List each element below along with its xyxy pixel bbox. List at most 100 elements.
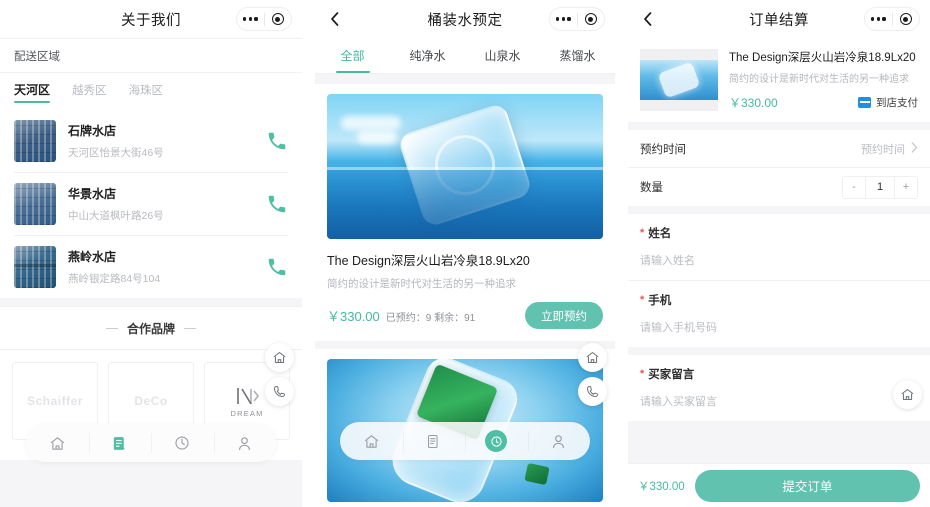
tab-home[interactable] [26, 424, 89, 462]
store-address: 天河区怡景大街46号 [68, 147, 164, 159]
store-list-item[interactable]: 石牌水店 天河区怡景大街46号 [14, 110, 288, 173]
tab-booking[interactable] [465, 422, 528, 460]
booking-rows: 预约时间 预约时间 数量 - 1 + [628, 130, 930, 206]
field-phone[interactable]: * 手机 请输入手机号码 [628, 281, 930, 347]
panel-gap [615, 0, 628, 507]
product-card[interactable]: The Design深层火山岩冷泉18.9Lx20 简约的设计是新时代对生活的另… [315, 84, 615, 341]
order-item-thumbnail [640, 49, 718, 111]
phone-icon[interactable] [578, 377, 607, 406]
close-target-icon[interactable] [265, 13, 292, 25]
district-tab-0[interactable]: 天河区 [14, 81, 51, 103]
product-price: ￥330.00 [327, 309, 380, 324]
page-title: 关于我们 [121, 12, 181, 29]
quantity-plus-button[interactable]: + [895, 176, 917, 198]
close-target-icon[interactable] [578, 13, 605, 25]
partner-brands-heading-bar: 合作品牌 [0, 306, 302, 350]
page-title: 桶装水预定 [427, 12, 503, 29]
district-tab-1[interactable]: 越秀区 [72, 82, 107, 103]
more-options-icon[interactable] [237, 17, 264, 21]
miniprogram-capsule[interactable] [864, 7, 920, 31]
order-item-info: The Design深层火山岩冷泉18.9Lx20 简约的设计是新时代对生活的另… [729, 49, 918, 111]
floating-actions-panel2 [578, 343, 607, 406]
row-booking-time[interactable]: 预约时间 预约时间 [628, 130, 930, 168]
phone-icon[interactable] [265, 377, 294, 406]
category-tab-all[interactable]: 全部 [315, 38, 390, 73]
store-thumbnail [14, 183, 56, 225]
dash-right [184, 327, 196, 329]
field-label-text: 买家留言 [648, 369, 695, 381]
required-marker: * [640, 226, 645, 239]
tab-booking[interactable] [151, 424, 214, 462]
buyer-message-placeholder[interactable]: 请输入买家留言 [640, 393, 918, 409]
miniprogram-capsule[interactable] [236, 7, 292, 31]
tab-profile[interactable] [527, 422, 591, 460]
more-options-icon[interactable] [865, 17, 892, 21]
field-buyer-message[interactable]: * 买家留言 请输入买家留言 [628, 355, 930, 421]
navbar-panel1: 关于我们 [0, 0, 302, 38]
home-icon[interactable] [893, 380, 922, 409]
district-tab-2[interactable]: 海珠区 [129, 82, 164, 103]
product-price-row: ￥330.00 已预约：9 剩余：91 [327, 306, 475, 325]
category-tab-pure[interactable]: 纯净水 [390, 38, 465, 73]
order-item-subtitle: 简约的设计是新时代对生活的另一种追求 [729, 74, 909, 85]
panel-gap [302, 0, 315, 507]
store-name: 燕岭水店 [68, 250, 117, 264]
clock-icon [485, 430, 508, 452]
chevron-right-icon [911, 142, 918, 155]
miniprogram-capsule[interactable] [549, 7, 605, 31]
page-title: 订单结算 [749, 12, 809, 29]
payment-method-label: 到店支付 [876, 97, 918, 109]
phone-icon[interactable] [266, 193, 288, 215]
more-options-icon[interactable] [550, 17, 577, 21]
category-tab-spring[interactable]: 山泉水 [465, 38, 540, 73]
store-info: 石牌水店 天河区怡景大街46号 [68, 122, 254, 160]
store-name: 石牌水店 [68, 124, 117, 138]
home-icon[interactable] [578, 343, 607, 372]
field-name[interactable]: * 姓名 请输入姓名 [628, 214, 930, 281]
delivery-area-heading: 配送区域 [0, 38, 302, 72]
product-stock: 已预约：9 剩余：91 [385, 313, 476, 324]
category-tab-distilled[interactable]: 蒸馏水 [540, 38, 615, 73]
home-icon[interactable] [265, 343, 294, 372]
section-spacer [628, 122, 930, 130]
store-thumbnail [14, 120, 56, 162]
tab-home[interactable] [340, 422, 403, 460]
row-value: 预约时间 [861, 141, 918, 157]
payment-method-badge: 到店支付 [858, 95, 918, 110]
back-icon[interactable] [327, 11, 343, 27]
store-name: 华景水店 [68, 187, 117, 201]
dream-mark-icon [237, 387, 260, 404]
back-icon[interactable] [640, 11, 656, 27]
quantity-minus-button[interactable]: - [843, 176, 865, 198]
order-total: ￥330.00 [638, 480, 685, 493]
panel-order-checkout: 订单结算 The Design深层火山岩冷泉18.9Lx20 简约的设计是新时代… [628, 0, 930, 507]
store-list-item[interactable]: 燕岭水店 燕岭银定路84号104 [14, 236, 288, 298]
field-label: * 手机 [640, 292, 918, 308]
bottom-tabbar-panel1 [26, 424, 276, 462]
phone-icon[interactable] [266, 130, 288, 152]
quantity-value[interactable]: 1 [865, 176, 895, 198]
category-tabs: 全部 纯净水 山泉水 蒸馏水 [315, 38, 615, 74]
store-list-item[interactable]: 华景水店 中山大道枫叶路26号 [14, 173, 288, 236]
floating-actions-panel1 [265, 343, 294, 406]
phone-icon[interactable] [266, 256, 288, 278]
tab-profile[interactable] [213, 424, 277, 462]
name-input-placeholder[interactable]: 请输入姓名 [640, 252, 918, 268]
screenshot-root: 关于我们 配送区域 天河区 越秀区 海珠区 石牌水店 天河区怡景大街46号 华景… [0, 0, 930, 507]
district-tabs: 天河区 越秀区 海珠区 [0, 72, 302, 110]
submit-order-button[interactable]: 提交订单 [694, 469, 920, 502]
tab-orders[interactable] [88, 424, 152, 462]
product-title: The Design深层火山岩冷泉18.9Lx20 [327, 254, 530, 268]
row-label: 数量 [640, 182, 663, 194]
quantity-stepper[interactable]: - 1 + [842, 175, 918, 199]
booking-time-value: 预约时间 [861, 143, 905, 156]
row-label: 预约时间 [640, 143, 686, 156]
book-now-button[interactable]: 立即预约 [525, 302, 603, 329]
close-target-icon[interactable] [893, 13, 920, 25]
tab-orders[interactable] [402, 422, 466, 460]
field-label-text: 姓名 [648, 228, 672, 240]
required-marker: * [640, 293, 645, 306]
dash-left [105, 327, 118, 329]
phone-input-placeholder[interactable]: 请输入手机号码 [640, 319, 918, 335]
panel-water-booking: 桶装水预定 全部 纯净水 山泉水 蒸馏水 The Design深层火山岩冷泉18… [315, 0, 615, 507]
